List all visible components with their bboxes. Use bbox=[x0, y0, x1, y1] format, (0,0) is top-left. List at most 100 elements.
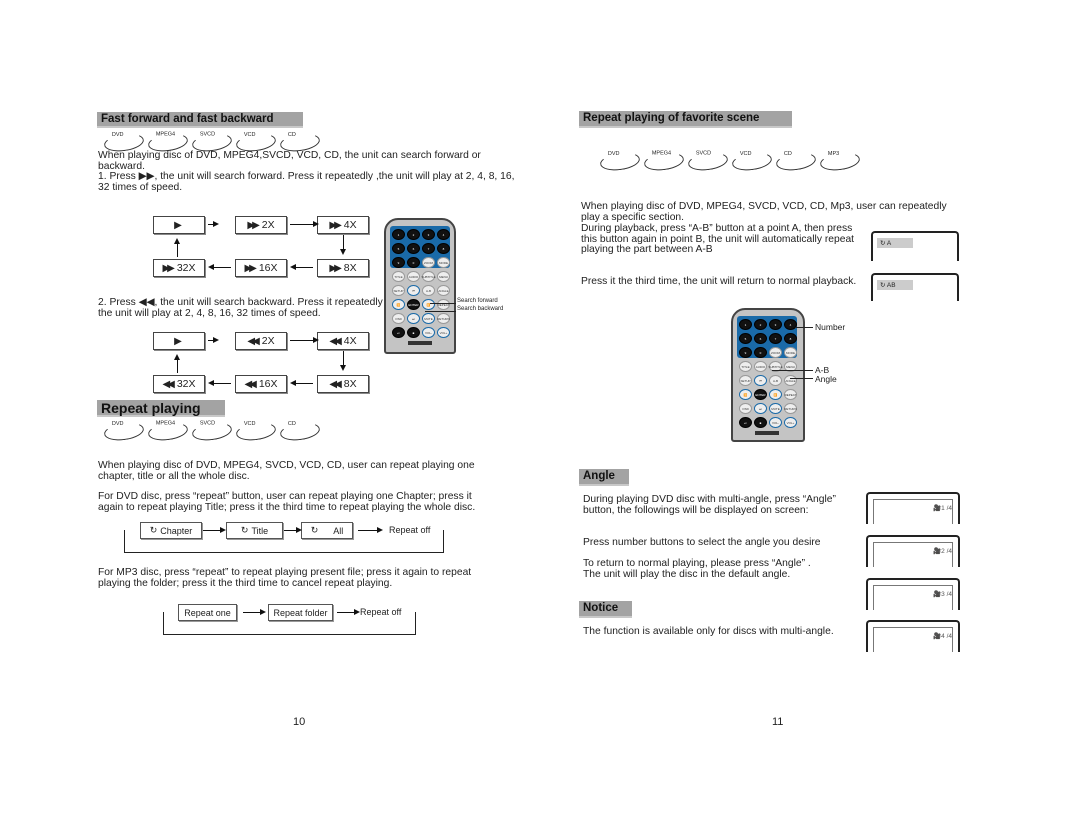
speed-label: 8X bbox=[343, 262, 357, 274]
angle-indicator: 🎥2 /4 bbox=[933, 547, 952, 555]
remote-key-26: MUTE bbox=[769, 403, 782, 414]
text-line: During playback, press “A-B” button at a… bbox=[581, 223, 853, 234]
speed-label: 16X bbox=[258, 262, 278, 274]
text-line: For DVD disc, press “repeat” button, use… bbox=[98, 491, 472, 502]
disc-icon: MP3 bbox=[819, 150, 861, 173]
disc-label: DVD bbox=[111, 131, 124, 138]
disc-icon: SVCD bbox=[687, 150, 729, 173]
remote-brand-logo bbox=[408, 341, 432, 345]
speed-box: ◀◀ 32X bbox=[153, 375, 205, 393]
speed-box: ▶▶ 8X bbox=[317, 259, 369, 277]
remote-key-22: ⏩ bbox=[422, 299, 435, 310]
remote-key-24: OSD bbox=[392, 313, 405, 324]
disc-label: CD bbox=[287, 132, 296, 139]
remote-key-10: ZOOM bbox=[769, 347, 782, 358]
remote-key-18: A-B bbox=[422, 285, 435, 296]
search-forward-label: Search forward bbox=[457, 298, 498, 304]
disc-label: MPEG4 bbox=[651, 150, 672, 157]
remote-key-14: SUBTITLE bbox=[421, 271, 436, 282]
speed-icon: ◀◀ bbox=[162, 378, 175, 390]
text-line: When playing disc of DVD, MPEG4,SVCD, VC… bbox=[98, 150, 481, 161]
angle-screen: 🎥1 /4 bbox=[866, 492, 960, 524]
remote-key-23: REPEAT bbox=[437, 299, 450, 310]
page-number: 11 bbox=[772, 716, 784, 728]
remote-key-2: 3 bbox=[422, 229, 435, 240]
speed-box: ▶▶ 2X bbox=[235, 216, 287, 234]
disc-format-icons: DVD MPEG4 SVCD VCD CD bbox=[103, 131, 321, 154]
speed-label: 32X bbox=[176, 378, 196, 390]
disc-label: DVD bbox=[111, 420, 124, 427]
text-line: During playing DVD disc with multi-angle… bbox=[583, 494, 836, 505]
section-header-repeat-playing: Repeat playing bbox=[97, 400, 225, 417]
speed-label: 2X bbox=[261, 335, 275, 347]
remote-control-illustration: 1 2 3 4 5 6 7 8 9 0 ZOOM MODE TITLE AUDIO SUBTITLE MENU… bbox=[384, 218, 456, 354]
speed-box: ◀◀ 16X bbox=[235, 375, 287, 393]
angle-value: 1 /4 bbox=[941, 505, 952, 512]
arrow-right bbox=[208, 221, 219, 227]
speed-icon: ▶ bbox=[174, 335, 182, 347]
repeat-title-box: ↻ Title bbox=[226, 522, 283, 539]
arrow-up bbox=[174, 238, 180, 257]
text-line: play a specific section. bbox=[581, 212, 685, 223]
remote-key-11: MODE bbox=[784, 347, 797, 358]
remote-key-7: 8 bbox=[784, 333, 797, 344]
remote-key-16: SETUP bbox=[392, 285, 405, 296]
angle-label: Angle bbox=[815, 374, 837, 384]
speed-label: 4X bbox=[343, 219, 357, 231]
disc-label: SVCD bbox=[199, 420, 216, 427]
remote-key-27: RETURN bbox=[784, 403, 797, 414]
remote-key-28: ⏯ bbox=[739, 417, 752, 428]
remote-key-0: 1 bbox=[392, 229, 405, 240]
speed-box: ◀◀ 8X bbox=[317, 375, 369, 393]
text-line: 1. Press ▶▶, the unit will search forwar… bbox=[98, 171, 515, 182]
remote-key-2: 3 bbox=[769, 319, 782, 330]
disc-icon: DVD bbox=[599, 150, 641, 173]
repeat-one-box: Repeat one bbox=[178, 604, 237, 621]
ab-third-text: Press it the third time, the unit will r… bbox=[581, 276, 857, 287]
arrow-left bbox=[208, 264, 231, 270]
repeat-chapter-box: ↻ Chapter bbox=[140, 522, 202, 539]
remote-key-6: 7 bbox=[769, 333, 782, 344]
remote-key-8: 9 bbox=[392, 257, 405, 268]
text-line: 2. Press ◀◀, the unit will search backwa… bbox=[98, 297, 389, 308]
angle-value: 3 /4 bbox=[941, 591, 952, 598]
speed-label: 32X bbox=[176, 262, 196, 274]
remote-key-5: 6 bbox=[407, 243, 420, 254]
text-line: The unit will play the disc in the defau… bbox=[583, 569, 791, 580]
arrow-down bbox=[340, 351, 346, 371]
repeat-icon: ↻ bbox=[240, 525, 249, 535]
angle-screen: 🎥4 /4 bbox=[866, 620, 960, 652]
angle-indicator: 🎥1 /4 bbox=[933, 504, 952, 512]
remote-key-9: 0 bbox=[754, 347, 767, 358]
speed-label: 16X bbox=[258, 378, 278, 390]
angle-indicator: 🎥4 /4 bbox=[933, 632, 952, 640]
speed-label: 8X bbox=[343, 378, 357, 390]
text-line: button, the followings will be displayed… bbox=[583, 505, 809, 516]
text-line: For MP3 disc, press “repeat” to repeat p… bbox=[98, 567, 472, 578]
disc-icon: CD bbox=[775, 150, 817, 173]
speed-icon: ◀◀ bbox=[244, 378, 257, 390]
remote-key-4: 5 bbox=[739, 333, 752, 344]
remote-key-29: ■ bbox=[407, 327, 420, 338]
disc-label: CD bbox=[287, 421, 296, 428]
remote-key-12: TITLE bbox=[392, 271, 405, 282]
remote-key-20: ⏪ bbox=[739, 389, 752, 400]
disc-icon: CD bbox=[279, 420, 321, 443]
remote-key-13: AUDIO bbox=[754, 361, 767, 372]
remote-control-illustration: 1 2 3 4 5 6 7 8 9 0 ZOOM MODE TITLE AUDIO SUBTITLE MENU… bbox=[731, 308, 805, 442]
remote-key-16: SETUP bbox=[739, 375, 752, 386]
disc-icon: SVCD bbox=[191, 420, 233, 443]
disc-label: VCD bbox=[739, 150, 752, 157]
speed-box: ▶ bbox=[153, 216, 205, 234]
angle-value: 4 /4 bbox=[941, 633, 952, 640]
remote-key-1: 2 bbox=[754, 319, 767, 330]
remote-key-6: 7 bbox=[422, 243, 435, 254]
disc-label: SVCD bbox=[695, 150, 712, 157]
disc-label: VCD bbox=[243, 420, 256, 427]
remote-brand-logo bbox=[755, 431, 779, 435]
disc-label: MPEG4 bbox=[155, 420, 176, 427]
remote-key-9: 0 bbox=[407, 257, 420, 268]
section-header-fast-forward: Fast forward and fast backward bbox=[97, 112, 303, 128]
disc-label: DVD bbox=[607, 150, 620, 157]
speed-icon: ▶▶ bbox=[329, 262, 342, 274]
